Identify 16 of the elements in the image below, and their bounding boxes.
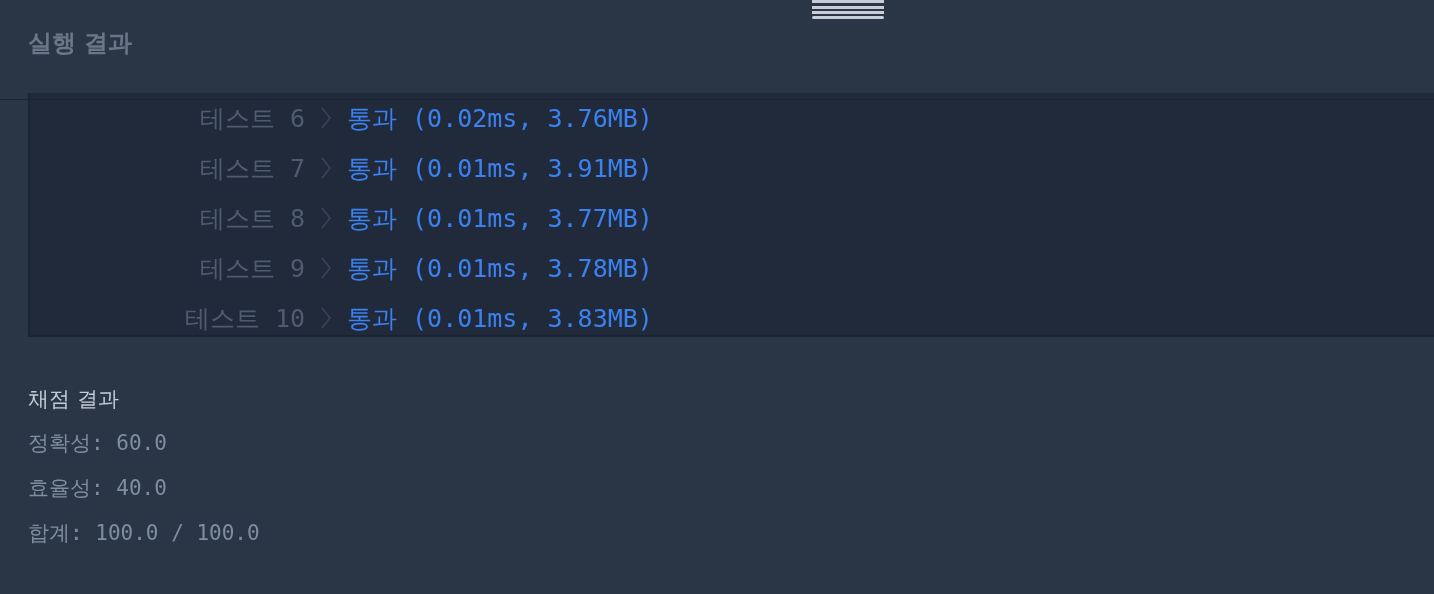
test-result: 통과 (0.01ms, 3.91MB) [347,152,653,185]
drag-handle-icon[interactable] [812,0,884,20]
section-title: 채점 결과 [28,386,120,413]
score-line: 정확성: 60.0 [28,430,168,457]
panel-title: 실행 결과 [28,28,134,59]
chevron-icon [321,207,331,229]
chevron-icon [321,307,331,329]
chevron-icon [321,157,331,179]
test-result: 통과 (0.01ms, 3.83MB) [347,302,653,335]
chevron-icon [321,257,331,279]
score-line: 효율성: 40.0 [28,475,168,502]
test-result: 통과 (0.01ms, 3.78MB) [347,252,653,285]
test-result: 통과 (0.02ms, 3.76MB) [347,102,653,135]
test-result: 통과 (0.01ms, 3.77MB) [347,202,653,235]
score-line: 합계: 100.0 / 100.0 [28,520,261,547]
chevron-icon [321,107,331,129]
